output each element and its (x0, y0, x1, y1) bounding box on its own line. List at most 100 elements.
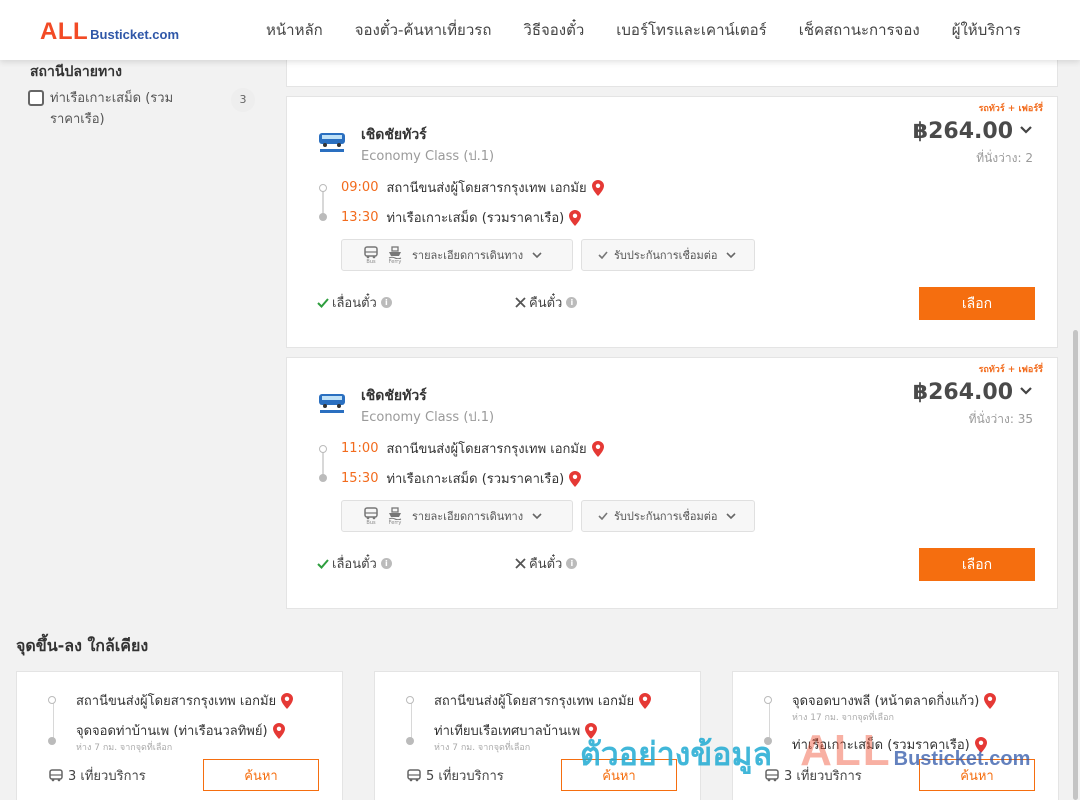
route-line (53, 702, 54, 740)
nearby-from-station: จุดจอดบางพลี (หน้าตลาดกิ่งแก้ว) (792, 694, 980, 709)
chevron-down-icon[interactable] (1019, 386, 1033, 396)
arrival-time: 15:30 (341, 471, 379, 486)
nav-operators[interactable]: ผู้ให้บริการ (952, 18, 1021, 42)
check-icon (598, 512, 608, 520)
map-pin-icon[interactable] (569, 209, 582, 226)
reschedule-label: เลื่อนตั๋ว (332, 557, 377, 572)
filter-destination-title: สถานีปลายทาง (30, 64, 122, 80)
select-trip-button[interactable]: เลือก (919, 287, 1035, 320)
filter-option-label[interactable]: ท่าเรือเกาะเสม็ด (รวมราคาเรือ) (50, 88, 200, 130)
arrival-stop: 13:30 ท่าเรือเกาะเสม็ด (รวมราคาเรือ) (341, 207, 582, 228)
departure-dot (48, 696, 56, 704)
filter-checkbox[interactable] (28, 90, 44, 106)
map-pin-icon[interactable] (272, 722, 285, 739)
nearby-to-station: จุดจอดท่าบ้านเพ (ท่าเรือนวลทิพย์) (76, 724, 268, 739)
nearby-to-station: ท่าเรือเกาะเสม็ด (รวมราคาเรือ) (792, 738, 970, 753)
trip-details-button[interactable]: Bus Ferry รายละเอียดการเดินทาง (341, 500, 573, 532)
map-pin-icon[interactable] (984, 692, 997, 709)
bus-icon: Bus (364, 506, 378, 526)
chevron-down-icon[interactable] (1019, 125, 1033, 135)
refund-feature: คืนตั๋ว i (515, 292, 578, 313)
map-pin-icon[interactable] (974, 736, 987, 753)
nearby-services: 5 เที่ยวบริการ (407, 765, 504, 786)
check-icon (317, 558, 329, 569)
cross-icon (515, 297, 526, 308)
arrival-dot (319, 213, 327, 221)
route-line (411, 702, 412, 740)
nav-contact-counter[interactable]: เบอร์โทรและเคาน์เตอร์ (616, 18, 766, 42)
cross-icon (515, 558, 526, 569)
page-scrollbar[interactable] (1073, 330, 1078, 800)
info-icon[interactable]: i (380, 558, 392, 569)
select-trip-button[interactable]: เลือก (919, 548, 1035, 581)
ferry-label: Ferry (388, 258, 402, 265)
departure-dot (764, 696, 772, 704)
check-icon (598, 251, 608, 259)
reschedule-feature: เลื่อนตั๋ว i (317, 292, 392, 313)
nav-book-search[interactable]: จองตั๋ว-ค้นหาเที่ยวรถ (355, 18, 492, 42)
nav-how-to-book[interactable]: วิธีจองตั๋ว (523, 18, 584, 42)
nearby-to: ท่าเรือเกาะเสม็ด (รวมราคาเรือ) (792, 734, 987, 755)
departure-stop: 09:00 สถานีขนส่งผู้โดยสารกรุงเทพ เอกมัย (341, 177, 604, 198)
result-card: รถทัวร์ + เฟอร์รี่ เชิดชัยทัวร์ Economy … (286, 357, 1058, 609)
result-card: รถทัวร์ + เฟอร์รี่ เชิดชัยทัวร์ Economy … (286, 96, 1058, 348)
nav-home[interactable]: หน้าหลัก (266, 18, 323, 42)
arrival-station: ท่าเรือเกาะเสม็ด (รวมราคาเรือ) (386, 211, 565, 226)
connection-insurance-button[interactable]: รับประกันการเชื่อมต่อ (581, 500, 755, 532)
nearby-from: สถานีขนส่งผู้โดยสารกรุงเทพ เอกมัย (434, 690, 652, 711)
map-pin-icon[interactable] (591, 179, 604, 196)
bus-label: Bus (366, 258, 376, 265)
chevron-down-icon (532, 513, 542, 520)
nearby-from-distance: ห่าง 17 กม. จากจุดที่เลือก (792, 713, 894, 723)
departure-time: 09:00 (341, 180, 379, 195)
arrival-stop: 15:30 ท่าเรือเกาะเสม็ด (รวมราคาเรือ) (341, 468, 582, 489)
arrival-dot (406, 737, 414, 745)
check-icon (317, 297, 329, 308)
nearby-to-station: ท่าเทียบเรือเทศบาลบ้านเพ (434, 724, 581, 739)
refund-feature: คืนตั๋ว i (515, 553, 578, 574)
nearby-services-count: 3 เที่ยวบริการ (68, 769, 146, 784)
departure-stop: 11:00 สถานีขนส่งผู้โดยสารกรุงเทพ เอกมัย (341, 438, 604, 459)
ferry-label: Ferry (388, 519, 402, 526)
nearby-search-button[interactable]: ค้นหา (561, 759, 677, 791)
map-pin-icon[interactable] (639, 692, 652, 709)
site-logo[interactable]: ALL Busticket.com (40, 18, 179, 46)
promo-tag: รถทัวร์ + เฟอร์รี่ (978, 365, 1043, 375)
nav-check-booking[interactable]: เช็คสถานะการจอง (799, 18, 920, 42)
ticket-price[interactable]: ฿264.00 (913, 119, 1013, 144)
map-pin-icon[interactable] (569, 470, 582, 487)
nearby-route-card: สถานีขนส่งผู้โดยสารกรุงเทพ เอกมัย ท่าเที… (374, 671, 701, 800)
arrival-time: 13:30 (341, 210, 379, 225)
info-icon[interactable]: i (566, 558, 578, 569)
previous-result-card (286, 60, 1058, 87)
seats-available: ที่นั่งว่าง: 35 (968, 412, 1033, 426)
filter-destination-option[interactable]: ท่าเรือเกาะเสม็ด (รวมราคาเรือ) 3 (28, 88, 258, 130)
map-pin-icon[interactable] (591, 440, 604, 457)
bus-label: Bus (366, 519, 376, 526)
departure-dot (319, 445, 327, 453)
departure-station: สถานีขนส่งผู้โดยสารกรุงเทพ เอกมัย (386, 442, 587, 457)
departure-station: สถานีขนส่งผู้โดยสารกรุงเทพ เอกมัย (386, 181, 587, 196)
map-pin-icon[interactable] (585, 722, 598, 739)
info-icon[interactable]: i (380, 297, 392, 308)
nearby-to-distance: ห่าง 7 กม. จากจุดที่เลือก (434, 743, 531, 753)
ticket-price[interactable]: ฿264.00 (913, 380, 1013, 405)
nearby-from: จุดจอดบางพลี (หน้าตลาดกิ่งแก้ว) (792, 690, 997, 711)
reschedule-label: เลื่อนตั๋ว (332, 296, 377, 311)
chevron-down-icon (726, 252, 737, 259)
chevron-down-icon (532, 252, 542, 259)
trip-details-button[interactable]: Bus Ferry รายละเอียดการเดินทาง (341, 239, 573, 271)
arrival-station: ท่าเรือเกาะเสม็ด (รวมราคาเรือ) (386, 472, 565, 487)
nearby-search-button[interactable]: ค้นหา (203, 759, 319, 791)
arrival-dot (48, 737, 56, 745)
main-nav: หน้าหลัก จองตั๋ว-ค้นหาเที่ยวรถ วิธีจองตั… (250, 0, 1037, 60)
seats-available: ที่นั่งว่าง: 2 (976, 151, 1033, 165)
connection-insurance-button[interactable]: รับประกันการเชื่อมต่อ (581, 239, 755, 271)
nearby-search-button[interactable]: ค้นหา (919, 759, 1035, 791)
chevron-down-icon (726, 513, 737, 520)
nearby-to: จุดจอดท่าบ้านเพ (ท่าเรือนวลทิพย์) (76, 720, 285, 741)
map-pin-icon[interactable] (281, 692, 294, 709)
nearby-from-station: สถานีขนส่งผู้โดยสารกรุงเทพ เอกมัย (76, 694, 277, 709)
trip-details-label: รายละเอียดการเดินทาง (412, 510, 524, 523)
info-icon[interactable]: i (566, 297, 578, 308)
